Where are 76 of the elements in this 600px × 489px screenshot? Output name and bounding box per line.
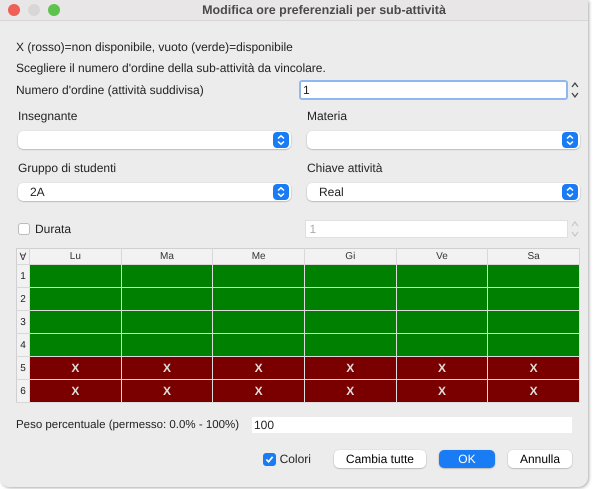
dialog-button[interactable]: Annulla xyxy=(508,450,572,468)
unavailable-cell[interactable]: X xyxy=(30,356,122,380)
unavailable-cell[interactable]: X xyxy=(212,356,304,380)
available-cell[interactable] xyxy=(121,288,213,310)
available-cell[interactable] xyxy=(212,334,304,356)
column-header[interactable]: Ve xyxy=(396,248,488,264)
column-header[interactable]: Sa xyxy=(488,248,580,264)
order-number-field[interactable]: 1 xyxy=(298,80,568,100)
available-cell[interactable] xyxy=(488,310,580,334)
dropdown[interactable]: 2A xyxy=(18,183,291,201)
column-header[interactable]: Gi xyxy=(304,248,396,264)
available-cell[interactable] xyxy=(396,310,488,334)
column-header[interactable]: Ma xyxy=(121,248,213,264)
available-cell[interactable] xyxy=(396,264,488,288)
unavailable-cell[interactable]: X xyxy=(30,380,122,402)
unavailable-cell[interactable]: X xyxy=(212,380,304,402)
available-cell[interactable] xyxy=(212,310,304,334)
field-label: Numero d'ordine (attività suddivisa) xyxy=(16,83,205,97)
field-label: Peso percentuale (permesso: 0.0% - 100%) xyxy=(16,419,240,431)
available-cell[interactable] xyxy=(121,264,213,288)
dropdown[interactable]: Real xyxy=(307,183,580,201)
available-cell[interactable] xyxy=(212,264,304,288)
unavailable-cell[interactable]: X xyxy=(121,380,213,402)
available-cell[interactable] xyxy=(304,288,396,310)
checkbox-label: Colori xyxy=(280,452,311,466)
column-header[interactable]: Me xyxy=(212,248,304,264)
dropdown[interactable] xyxy=(307,131,580,149)
available-cell[interactable] xyxy=(30,310,122,334)
row-header[interactable]: 6 xyxy=(16,380,30,402)
field-label: Materia xyxy=(307,108,348,125)
column-header[interactable]: Lu xyxy=(30,248,122,264)
legend-text: X (rosso)=non disponibile, vuoto (verde)=disponibile xyxy=(16,39,294,56)
dropdown[interactable] xyxy=(18,131,291,149)
stepper-icon[interactable] xyxy=(570,80,580,100)
row-header[interactable]: 3 xyxy=(16,310,30,334)
dialog-button[interactable]: Cambia tutte xyxy=(334,450,426,468)
row-header[interactable]: 2 xyxy=(16,288,30,310)
corner-header[interactable]: ∀ xyxy=(16,248,30,264)
row-header[interactable]: 5 xyxy=(16,356,30,380)
available-cell[interactable] xyxy=(488,334,580,356)
window-control-icon[interactable] xyxy=(8,4,20,16)
available-cell[interactable] xyxy=(30,264,122,288)
window-title: Modifica ore preferenziali per sub-attività xyxy=(201,3,447,17)
checkbox[interactable] xyxy=(262,452,276,466)
available-cell[interactable] xyxy=(30,334,122,356)
ok-button[interactable]: OK xyxy=(438,450,495,468)
instruction-text: Scegliere il numero d'ordine della sub-attività da vincolare. xyxy=(16,60,327,77)
field-label: Chiave attività xyxy=(307,160,384,177)
checkbox-label: Durata xyxy=(35,222,72,236)
unavailable-cell[interactable]: X xyxy=(396,380,488,402)
available-cell[interactable] xyxy=(488,288,580,310)
available-cell[interactable] xyxy=(30,288,122,310)
chevron-icon xyxy=(273,132,289,148)
row-header[interactable]: 1 xyxy=(16,264,30,288)
field-label: Gruppo di studenti xyxy=(18,160,118,177)
available-cell[interactable] xyxy=(304,310,396,334)
row-header[interactable]: 4 xyxy=(16,334,30,356)
unavailable-cell[interactable]: X xyxy=(396,356,488,380)
unavailable-cell[interactable]: X xyxy=(304,380,396,402)
chevron-icon xyxy=(562,184,578,200)
unavailable-cell[interactable]: X xyxy=(121,356,213,380)
field-label: Insegnante xyxy=(18,108,78,125)
available-cell[interactable] xyxy=(121,310,213,334)
chevron-icon xyxy=(273,184,289,200)
available-cell[interactable] xyxy=(396,288,488,310)
available-cell[interactable] xyxy=(212,288,304,310)
available-cell[interactable] xyxy=(304,334,396,356)
weight-field[interactable]: 100 xyxy=(252,417,572,433)
available-cell[interactable] xyxy=(488,264,580,288)
unavailable-cell[interactable]: X xyxy=(304,356,396,380)
available-cell[interactable] xyxy=(121,334,213,356)
unavailable-cell[interactable]: X xyxy=(488,356,580,380)
available-cell[interactable] xyxy=(396,334,488,356)
unavailable-cell[interactable]: X xyxy=(488,380,580,402)
available-cell[interactable] xyxy=(304,264,396,288)
chevron-icon xyxy=(562,132,578,148)
